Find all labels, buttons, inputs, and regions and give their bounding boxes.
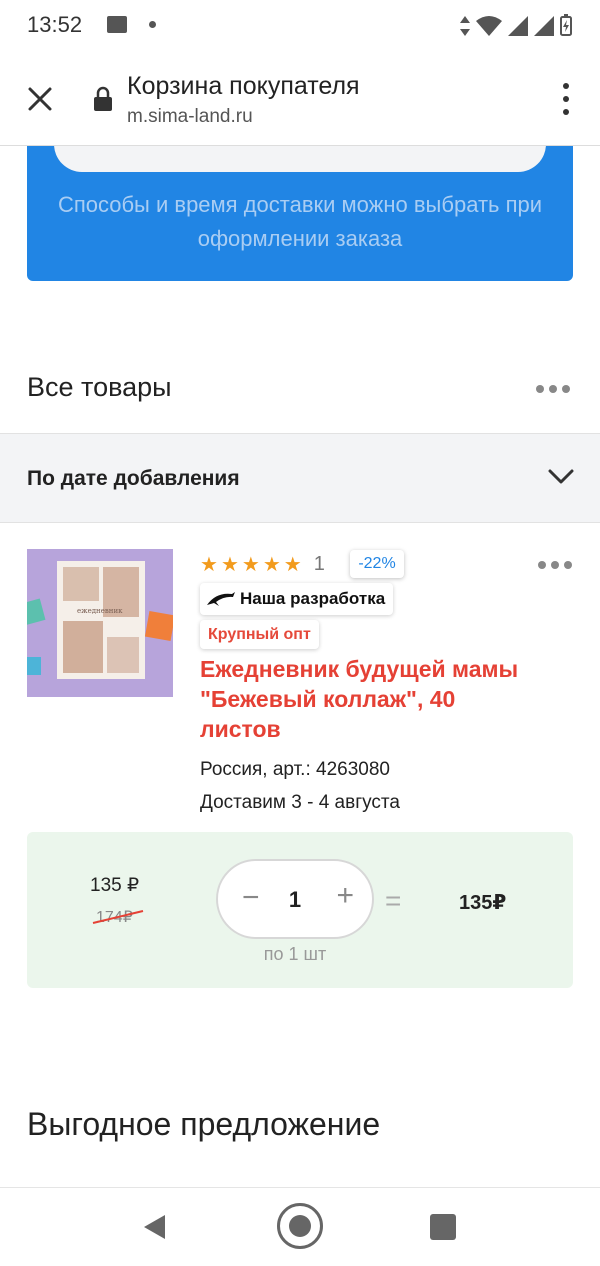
equals-sign: = (385, 885, 402, 916)
lock-icon (94, 86, 112, 111)
overflow-menu-icon[interactable] (562, 83, 570, 115)
per-unit-label: по 1 шт (263, 944, 327, 964)
current-price: 135 ₽ (90, 875, 140, 896)
discount-badge: -22% (350, 550, 404, 578)
product-origin: Россия, арт.: 4263080 (200, 759, 390, 780)
recent-apps-icon[interactable] (430, 1214, 456, 1240)
product-more-icon[interactable] (538, 561, 572, 569)
star-icon: ★ (200, 553, 218, 576)
system-nav-bar (0, 1187, 600, 1266)
sort-label: По дате добавления (27, 467, 240, 490)
total-price: 135₽ (459, 892, 507, 914)
star-icon: ★ (241, 553, 260, 576)
star-icon: ★ (283, 553, 302, 576)
signal-icon (508, 16, 528, 36)
product-title[interactable]: Ежедневник будущей мамы "Бежевый коллаж"… (200, 654, 540, 744)
signal-roaming-icon (534, 16, 554, 36)
page-url[interactable]: m.sima-land.ru (127, 106, 253, 128)
status-bar: 13:52 (0, 0, 600, 52)
back-icon[interactable] (143, 1214, 167, 1240)
chevron-down-icon (548, 469, 574, 484)
page-title: Корзина покупателя (127, 72, 360, 100)
rating-count[interactable]: 1 (314, 553, 325, 576)
data-arrows-icon (460, 16, 470, 36)
banner-button[interactable] (54, 146, 546, 172)
notification-dot-icon (149, 21, 156, 28)
old-price: 174₽ (92, 907, 144, 927)
delivery-info-banner: Способы и время доставки можно выбрать п… (27, 146, 573, 281)
increase-quantity-button[interactable]: + (336, 881, 354, 911)
all-goods-heading: Все товары (27, 372, 172, 402)
wifi-icon (476, 16, 502, 36)
delivery-info-text: Способы и время доставки можно выбрать п… (57, 192, 543, 251)
quantity-stepper: − 1 + (216, 859, 374, 939)
wholesale-badge: Крупный опт (200, 620, 319, 649)
own-brand-label: Наша разработка (240, 589, 386, 608)
offer-heading: Выгодное предложение (27, 1106, 381, 1142)
sort-selector[interactable]: По дате добавления (0, 433, 600, 523)
close-icon[interactable] (27, 86, 53, 112)
dolphin-logo-icon (207, 592, 235, 606)
battery-icon (560, 14, 572, 36)
product-delivery: Доставим 3 - 4 августа (200, 792, 400, 813)
status-icons (460, 14, 572, 36)
star-icon: ★ (220, 553, 239, 576)
star-icon: ★ (262, 553, 281, 576)
gallery-notification-icon (107, 16, 127, 33)
home-icon[interactable] (277, 1203, 323, 1249)
browser-top-bar: Корзина покупателя m.sima-land.ru (0, 52, 600, 146)
svg-text:ежедневник: ежедневник (77, 607, 123, 615)
price-block: 135 ₽ 174₽ − 1 + по 1 шт = 135₽ (27, 832, 573, 988)
status-time: 13:52 (27, 12, 83, 37)
product-image[interactable]: ежедневник (27, 549, 173, 697)
strikethrough (92, 910, 144, 924)
section-more-icon[interactable] (536, 385, 570, 393)
own-brand-badge: Наша разработка (200, 583, 394, 615)
product-rating: ★ ★ ★ ★ ★ 1 (200, 553, 325, 576)
